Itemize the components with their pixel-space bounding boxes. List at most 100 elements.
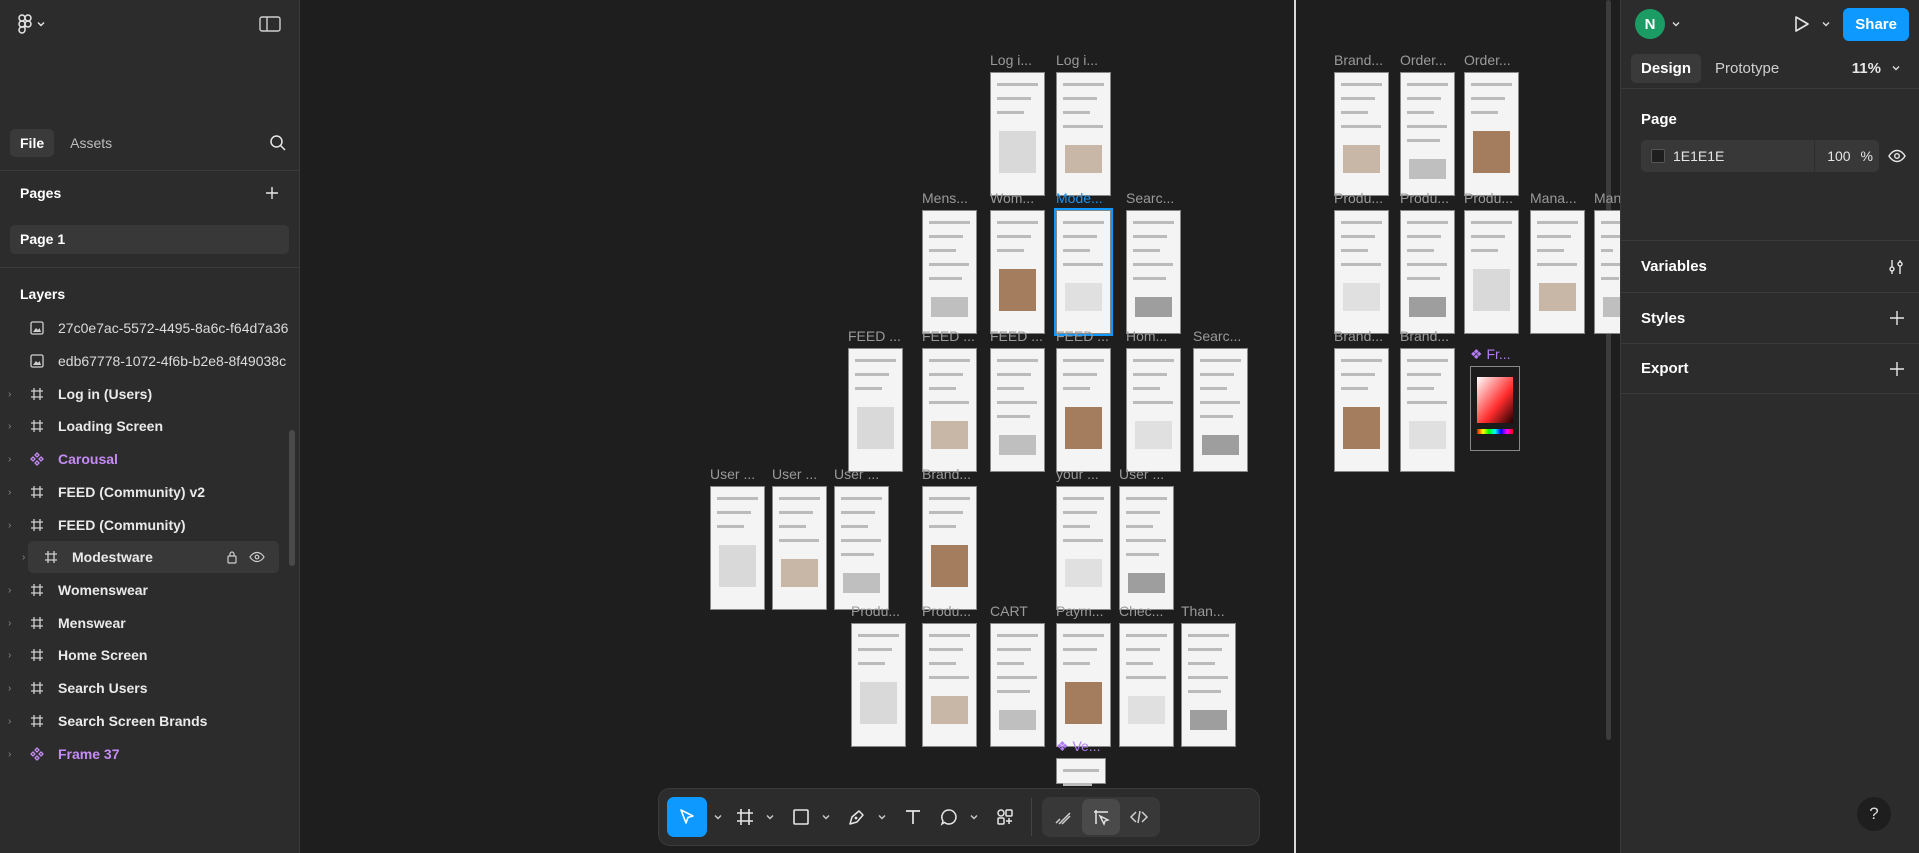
frame-title[interactable]: Order... (1400, 52, 1447, 68)
dev-mode-button[interactable] (1120, 799, 1158, 835)
canvas-frame[interactable] (922, 210, 977, 334)
comment-tool-button[interactable] (933, 797, 985, 837)
layer-item[interactable]: › Frame 37 (0, 738, 299, 770)
layer-item[interactable]: › FEED (Community) v2 (0, 476, 299, 508)
actions-tool-button[interactable] (989, 797, 1021, 837)
canvas-frame[interactable] (1464, 72, 1519, 196)
frame-title[interactable]: Brand... (922, 466, 971, 482)
frame-title[interactable]: ❖ Ve... (1056, 738, 1100, 755)
canvas-frame[interactable] (1056, 72, 1111, 196)
tab-file[interactable]: File (10, 129, 55, 157)
frame-title[interactable]: FEED ... (922, 328, 975, 344)
background-color-value[interactable]: 1E1E1E (1673, 148, 1814, 164)
frame-title[interactable]: Mens... (922, 190, 968, 206)
canvas-frame[interactable] (1056, 623, 1111, 747)
frame-title[interactable]: Log i... (990, 52, 1032, 68)
canvas-frame[interactable] (710, 486, 765, 610)
frame-title[interactable]: User ... (772, 466, 817, 482)
layer-item[interactable]: › Womenswear (0, 574, 299, 606)
frame-title[interactable]: Mode... (1056, 190, 1103, 206)
frame-title[interactable]: your ... (1056, 466, 1099, 482)
frame-title[interactable]: Brand... (1334, 52, 1383, 68)
frame-title[interactable]: Produ... (851, 603, 900, 619)
frame-title[interactable]: Brand... (1400, 328, 1449, 344)
layers-scrollbar[interactable] (289, 430, 295, 566)
canvas-frame[interactable] (851, 623, 906, 747)
frame-title[interactable]: Produ... (1464, 190, 1513, 206)
play-icon[interactable] (1791, 14, 1811, 34)
move-tool-chevron[interactable] (711, 797, 725, 837)
frame-title[interactable]: FEED ... (1056, 328, 1109, 344)
frame-title[interactable]: Log i... (1056, 52, 1098, 68)
add-style-icon[interactable] (1889, 310, 1905, 326)
variables-section[interactable]: Variables (1621, 240, 1919, 292)
layer-item[interactable]: › Search Users (0, 672, 299, 704)
expand-chevron-icon[interactable]: › (8, 716, 20, 727)
canvas-frame[interactable] (990, 72, 1045, 196)
opacity-value[interactable]: 100 (1827, 148, 1850, 164)
add-export-icon[interactable] (1889, 361, 1905, 377)
lock-icon[interactable] (225, 550, 239, 564)
text-tool-button[interactable] (897, 797, 929, 837)
background-color-field[interactable]: 1E1E1E 100 % (1641, 140, 1879, 172)
frame-title[interactable]: Produ... (922, 603, 971, 619)
layer-item[interactable]: › Menswear (0, 607, 299, 639)
canvas-frame[interactable] (848, 348, 903, 472)
frame-title[interactable]: Searc... (1126, 190, 1174, 206)
frame-title[interactable]: Mana... (1530, 190, 1577, 206)
shape-tool-button[interactable] (785, 797, 837, 837)
tab-assets[interactable]: Assets (60, 129, 122, 157)
layer-item[interactable]: › Carousal (0, 443, 299, 475)
canvas-frame[interactable] (922, 348, 977, 472)
expand-chevron-icon[interactable]: › (8, 520, 20, 531)
canvas-frame[interactable] (1400, 210, 1455, 334)
frame-title[interactable]: Chec... (1119, 603, 1163, 619)
canvas-frame[interactable] (1054, 208, 1113, 336)
frame-title[interactable]: User ... (710, 466, 755, 482)
canvas-frame[interactable] (1126, 210, 1181, 334)
design-canvas[interactable]: Log i... Log i... Mens... Wom... Mode... Sear… (300, 0, 1620, 853)
frame-title[interactable]: CART (990, 603, 1028, 619)
layer-item[interactable]: › FEED (Community) (0, 509, 299, 541)
color-swatch[interactable] (1651, 149, 1665, 163)
frame-title[interactable]: Paym... (1056, 603, 1103, 619)
frame-title[interactable]: User ... (834, 466, 879, 482)
canvas-frame[interactable] (772, 486, 827, 610)
layer-item[interactable]: › Modestware (22, 541, 279, 573)
frame-title[interactable]: Searc... (1193, 328, 1241, 344)
styles-section[interactable]: Styles (1621, 292, 1919, 343)
canvas-frame[interactable] (990, 348, 1045, 472)
chevron-down-icon[interactable] (1821, 19, 1831, 29)
variables-settings-icon[interactable] (1887, 258, 1905, 276)
frame-title[interactable]: Order... (1464, 52, 1511, 68)
layer-item[interactable]: › Search Screen Brands (0, 705, 299, 737)
help-button[interactable]: ? (1857, 797, 1891, 831)
canvas-frame[interactable] (1334, 348, 1389, 472)
pen-tool-button[interactable] (841, 797, 893, 837)
canvas-frame[interactable] (1119, 486, 1174, 610)
canvas-frame[interactable] (1530, 210, 1585, 334)
canvas-frame[interactable] (1334, 210, 1389, 334)
canvas-frame[interactable] (1056, 486, 1111, 610)
frame-title[interactable]: Hom... (1126, 328, 1167, 344)
layer-item[interactable]: › Loading Screen (0, 410, 299, 442)
canvas-frame[interactable] (834, 486, 889, 610)
frame-title[interactable]: ❖ Fr... (1470, 346, 1511, 363)
frame-title[interactable]: Brand... (1334, 328, 1383, 344)
canvas-frame[interactable] (1056, 758, 1106, 837)
canvas-frame[interactable] (1056, 348, 1111, 472)
zoom-dropdown[interactable]: 11% (1852, 60, 1909, 77)
add-page-icon[interactable] (265, 186, 279, 200)
expand-chevron-icon[interactable]: › (8, 421, 20, 432)
canvas-frame[interactable] (990, 623, 1045, 747)
canvas-frame[interactable] (1400, 348, 1455, 472)
move-tool-button[interactable] (667, 797, 707, 837)
frame-title[interactable]: Man (1594, 190, 1620, 206)
search-icon[interactable] (269, 134, 287, 152)
canvas-scrollbar[interactable] (1606, 0, 1611, 740)
frame-title[interactable]: FEED ... (990, 328, 1043, 344)
canvas-frame[interactable] (1400, 72, 1455, 196)
expand-chevron-icon[interactable]: › (8, 749, 20, 760)
layer-item[interactable]: › Log in (Users) (0, 378, 299, 410)
frame-title[interactable]: Produ... (1334, 190, 1383, 206)
